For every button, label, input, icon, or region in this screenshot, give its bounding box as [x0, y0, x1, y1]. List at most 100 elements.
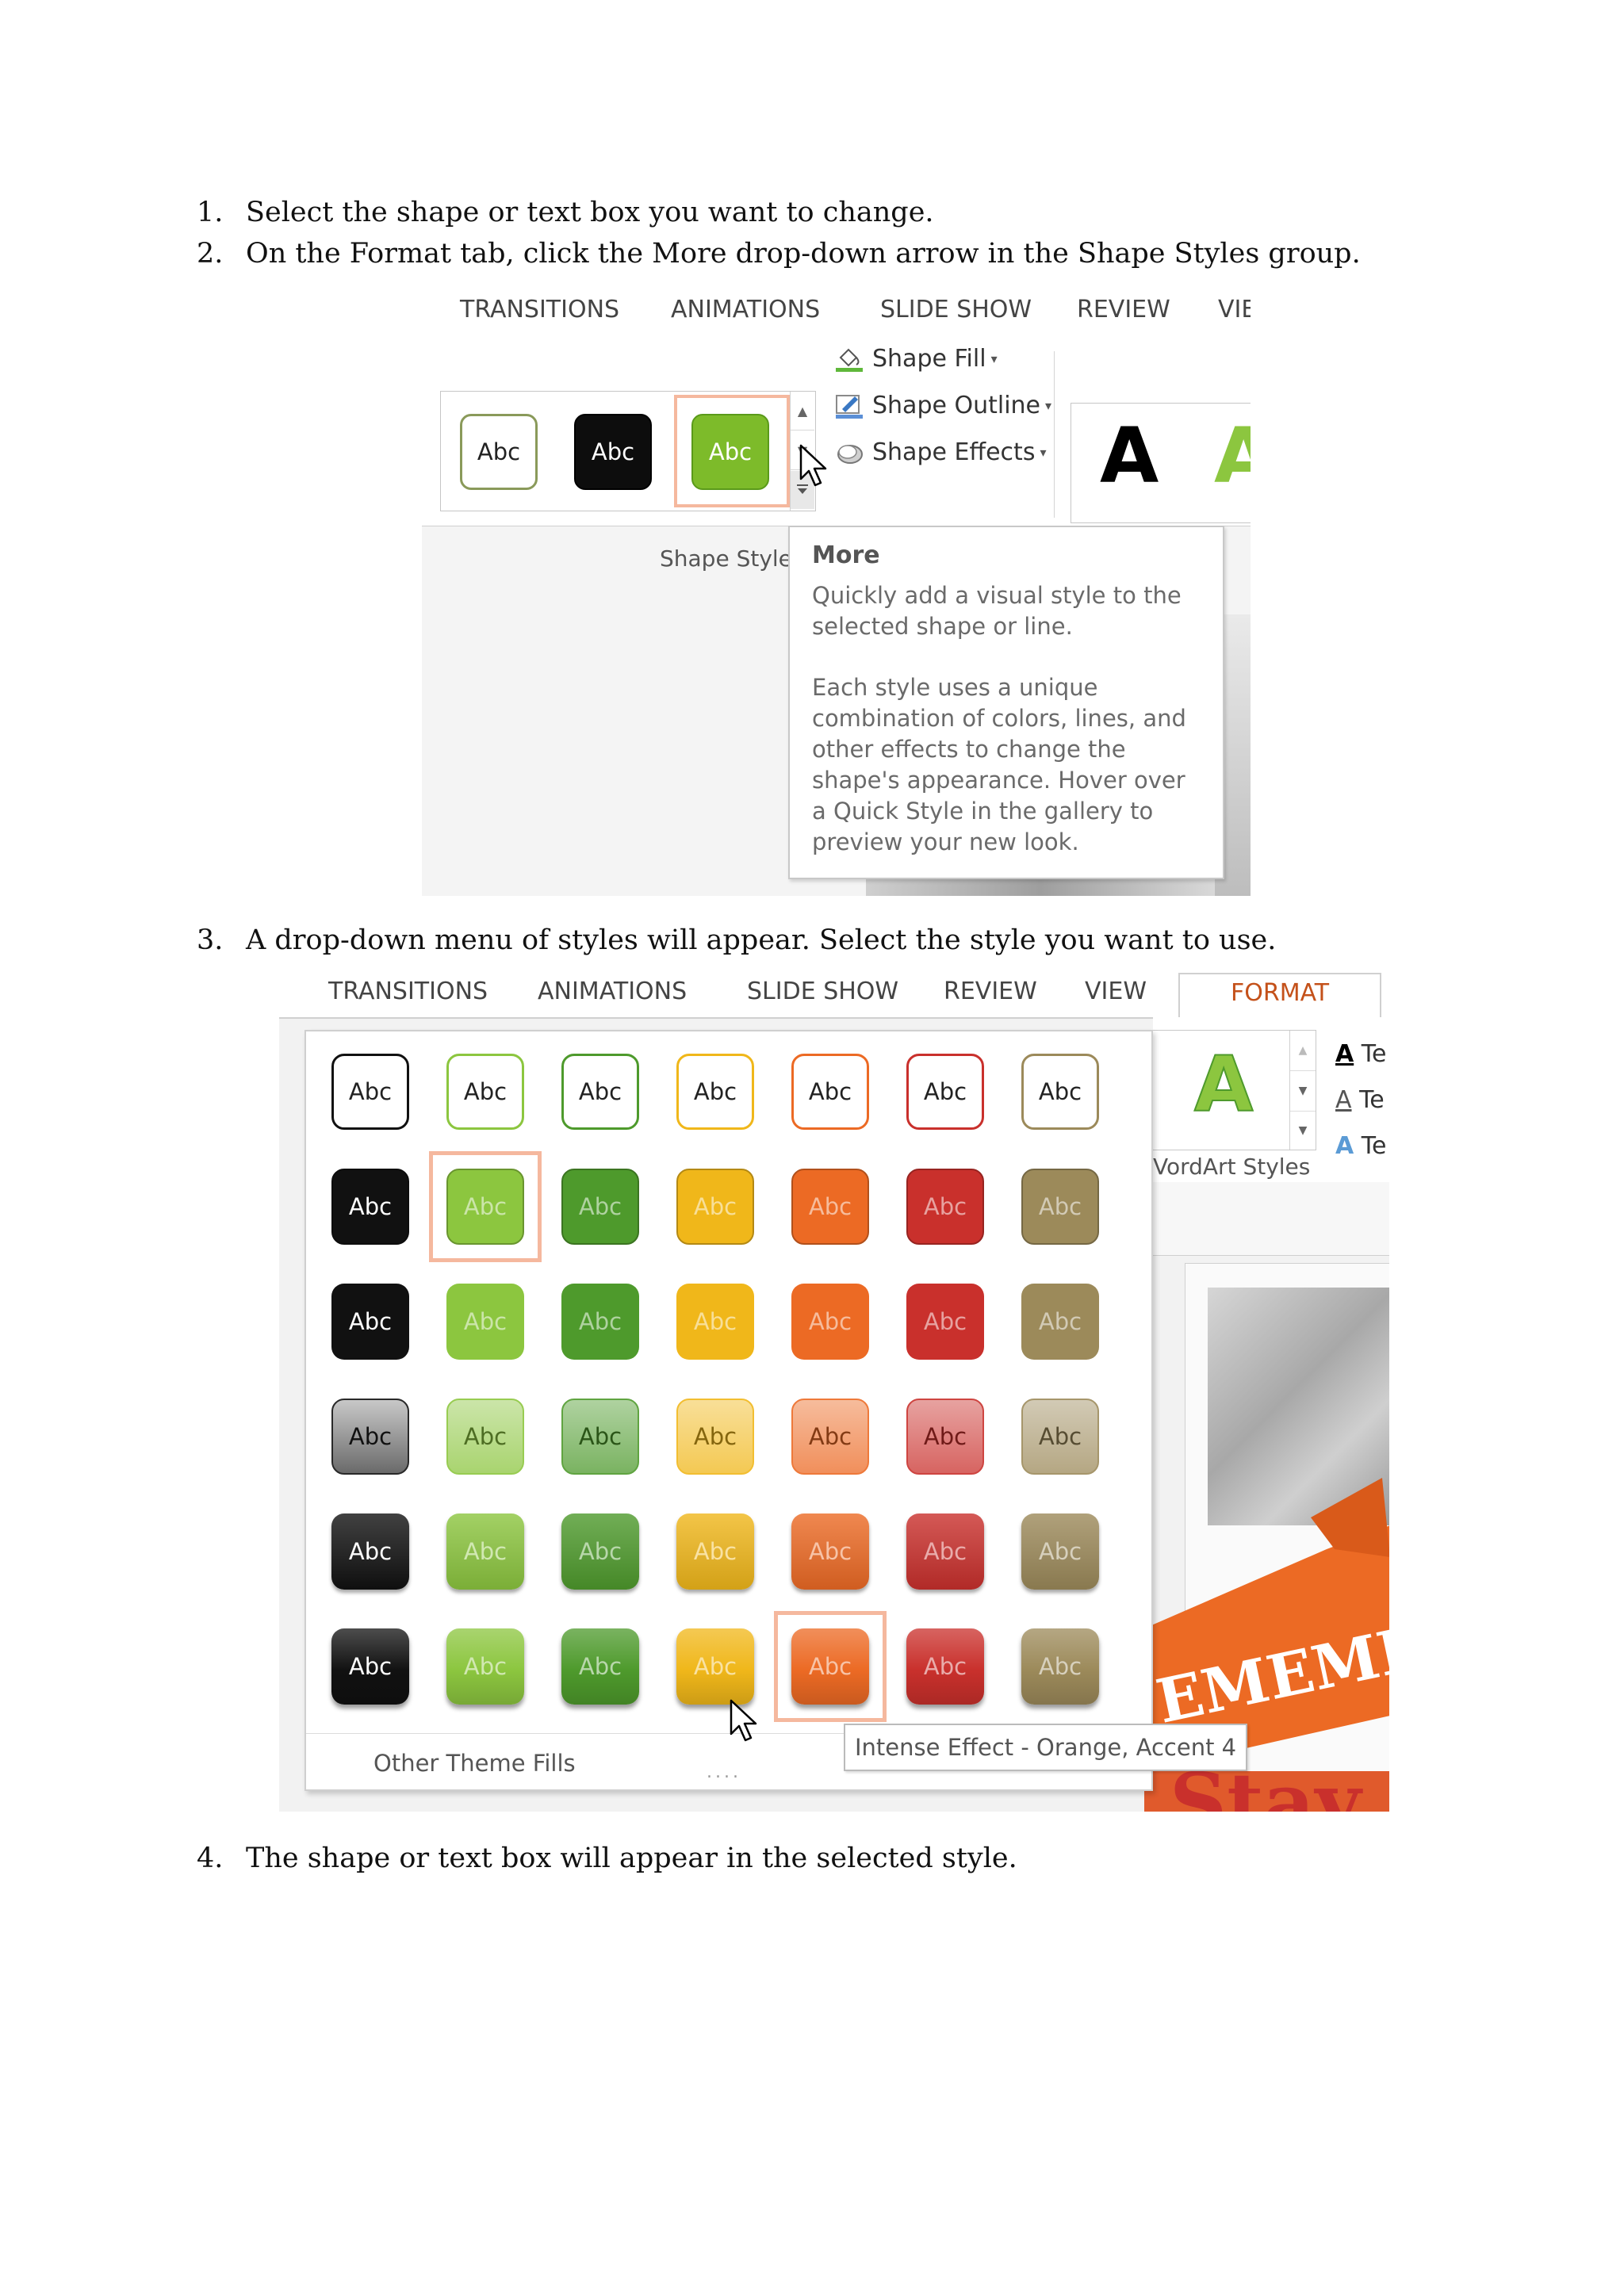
- style-green-fill[interactable]: Abc: [691, 414, 769, 490]
- style-cell[interactable]: Abc: [676, 1513, 754, 1590]
- tab-slide-show[interactable]: SLIDE SHOW: [747, 978, 898, 1005]
- ribbon-tab-bar: TRANSITIONS ANIMATIONS SLIDE SHOW REVIEW…: [422, 281, 1251, 336]
- style-cell[interactable]: Abc: [906, 1399, 984, 1475]
- style-cell[interactable]: Abc: [331, 1399, 409, 1475]
- style-cell[interactable]: Abc: [906, 1284, 984, 1360]
- style-cell[interactable]: Abc: [791, 1628, 869, 1705]
- step-text: A drop-down menu of styles will appear. …: [246, 924, 1277, 956]
- group-label-shape-styles: Shape Styles: [660, 545, 804, 572]
- pencil-outline-icon: [834, 393, 864, 419]
- tooltip-title: More: [812, 541, 880, 569]
- shape-fill-button[interactable]: Shape Fill ▾: [834, 345, 998, 373]
- shape-outline-button[interactable]: Shape Outline ▾: [834, 392, 1051, 419]
- style-cell[interactable]: Abc: [791, 1054, 869, 1130]
- step-text: The shape or text box will appear in the…: [246, 1843, 1017, 1874]
- style-cell[interactable]: Abc: [561, 1284, 639, 1360]
- tab-view[interactable]: VIE: [1218, 296, 1251, 323]
- style-cell[interactable]: Abc: [331, 1284, 409, 1360]
- text-effects-icon: A: [1335, 1132, 1354, 1160]
- style-cell[interactable]: Abc: [906, 1628, 984, 1705]
- mouse-cursor-icon: [799, 444, 827, 487]
- style-cell[interactable]: Abc: [906, 1513, 984, 1590]
- style-cell[interactable]: Abc: [1021, 1399, 1099, 1475]
- wordart-sample-black[interactable]: A: [1100, 418, 1159, 494]
- style-cell[interactable]: Abc: [331, 1513, 409, 1590]
- style-cell[interactable]: Abc: [1021, 1169, 1099, 1245]
- tab-view[interactable]: VIEW: [1085, 978, 1147, 1005]
- style-cell[interactable]: Abc: [676, 1169, 754, 1245]
- style-cell[interactable]: Abc: [331, 1169, 409, 1245]
- tab-transitions[interactable]: TRANSITIONS: [460, 296, 619, 323]
- shape-effects-button[interactable]: Shape Effects ▾: [834, 438, 1046, 466]
- text-outline-icon: A: [1335, 1086, 1352, 1114]
- tab-review[interactable]: REVIEW: [944, 978, 1037, 1005]
- style-cell[interactable]: Abc: [791, 1513, 869, 1590]
- style-cell[interactable]: Abc: [446, 1054, 524, 1130]
- text-effects-button[interactable]: A Te: [1335, 1123, 1386, 1169]
- style-cell[interactable]: Abc: [561, 1628, 639, 1705]
- style-cell[interactable]: Abc: [791, 1399, 869, 1475]
- shape-outline-label: Shape Outline: [872, 392, 1041, 419]
- wordart-styles-group: A ▲ ▼ ▼ A Te A Te A Te VordArt Styles: [1153, 1017, 1389, 1183]
- text-fill-button[interactable]: A Te: [1335, 1031, 1386, 1077]
- step-2: 2. On the Format tab, click the More drop…: [197, 238, 1361, 270]
- style-cell[interactable]: Abc: [676, 1054, 754, 1130]
- style-cell[interactable]: Abc: [446, 1169, 524, 1245]
- style-cell[interactable]: Abc: [1021, 1513, 1099, 1590]
- style-cell[interactable]: Abc: [1021, 1284, 1099, 1360]
- style-cell[interactable]: Abc: [561, 1399, 639, 1475]
- step-number: 1.: [197, 197, 224, 228]
- style-cell[interactable]: Abc: [1021, 1054, 1099, 1130]
- scroll-up-button[interactable]: ▲: [791, 392, 814, 430]
- resize-grip-icon[interactable]: ....: [707, 1762, 741, 1782]
- text-fill-icon: A: [1335, 1040, 1354, 1068]
- style-cell[interactable]: Abc: [1021, 1628, 1099, 1705]
- style-cell[interactable]: Abc: [676, 1284, 754, 1360]
- step-3: 3. A drop-down menu of styles will appear…: [197, 924, 1276, 956]
- tab-animations[interactable]: ANIMATIONS: [538, 978, 687, 1005]
- text-outline-button[interactable]: A Te: [1335, 1077, 1386, 1123]
- text-fill-label: Te: [1361, 1040, 1387, 1068]
- other-theme-fills-link[interactable]: Other Theme Fills: [373, 1750, 576, 1777]
- mouse-cursor-icon: [730, 1699, 757, 1742]
- style-outline-olive[interactable]: Abc: [460, 414, 538, 490]
- style-cell[interactable]: Abc: [331, 1628, 409, 1705]
- style-cell[interactable]: Abc: [791, 1284, 869, 1360]
- wordart-scroll: ▲ ▼ ▼: [1289, 1031, 1316, 1150]
- style-cell[interactable]: Abc: [561, 1513, 639, 1590]
- tab-review[interactable]: REVIEW: [1077, 296, 1170, 323]
- ribbon-tab-bar: TRANSITIONS ANIMATIONS SLIDE SHOW REVIEW…: [279, 962, 1389, 1025]
- group-label-wordart-styles: VordArt Styles: [1153, 1154, 1311, 1180]
- scroll-down-button[interactable]: ▼: [1290, 1071, 1316, 1112]
- wordart-sample-green[interactable]: A: [1214, 418, 1251, 494]
- scroll-up-button[interactable]: ▲: [1290, 1031, 1316, 1071]
- style-cell[interactable]: Abc: [331, 1054, 409, 1130]
- style-cell[interactable]: Abc: [906, 1169, 984, 1245]
- chevron-down-icon: ▾: [1045, 398, 1052, 413]
- style-cell[interactable]: Abc: [676, 1628, 754, 1705]
- ribbon-right-area: A ▲ ▼ ▼ A Te A Te A Te VordArt Styles EM…: [1144, 1017, 1389, 1812]
- shape-styles-dropdown-gallery: Abc Abc Abc Abc Abc Abc Abc Abc Abc Abc Abc Abc Abc A…: [304, 1030, 1153, 1791]
- chevron-down-icon: ▾: [1040, 445, 1047, 460]
- tooltip-paragraph-1: Quickly add a visual style to the select…: [812, 582, 1182, 640]
- style-cell[interactable]: Abc: [446, 1513, 524, 1590]
- style-cell[interactable]: Abc: [561, 1169, 639, 1245]
- style-cell[interactable]: Abc: [906, 1054, 984, 1130]
- more-dropdown-button[interactable]: ▼: [1290, 1112, 1316, 1150]
- style-cell[interactable]: Abc: [791, 1169, 869, 1245]
- tooltip-paragraph-2: Each style uses a unique combination of …: [812, 674, 1186, 855]
- wordart-gallery: A ▲ ▼ ▼: [1153, 1030, 1316, 1150]
- style-cell[interactable]: Abc: [446, 1284, 524, 1360]
- style-cell[interactable]: Abc: [561, 1054, 639, 1130]
- style-black-fill[interactable]: Abc: [574, 414, 652, 490]
- tab-transitions[interactable]: TRANSITIONS: [328, 978, 488, 1005]
- step-4: 4. The shape or text box will appear in t…: [197, 1843, 1017, 1874]
- tab-slide-show[interactable]: SLIDE SHOW: [880, 296, 1032, 323]
- style-cell[interactable]: Abc: [446, 1628, 524, 1705]
- step-number: 4.: [197, 1843, 224, 1874]
- wordart-sample-green[interactable]: A: [1193, 1046, 1254, 1123]
- style-cell[interactable]: Abc: [676, 1399, 754, 1475]
- tab-animations[interactable]: ANIMATIONS: [671, 296, 820, 323]
- shape-styles-gallery: Abc Abc Abc ▲ ▼: [440, 391, 816, 511]
- style-cell[interactable]: Abc: [446, 1399, 524, 1475]
